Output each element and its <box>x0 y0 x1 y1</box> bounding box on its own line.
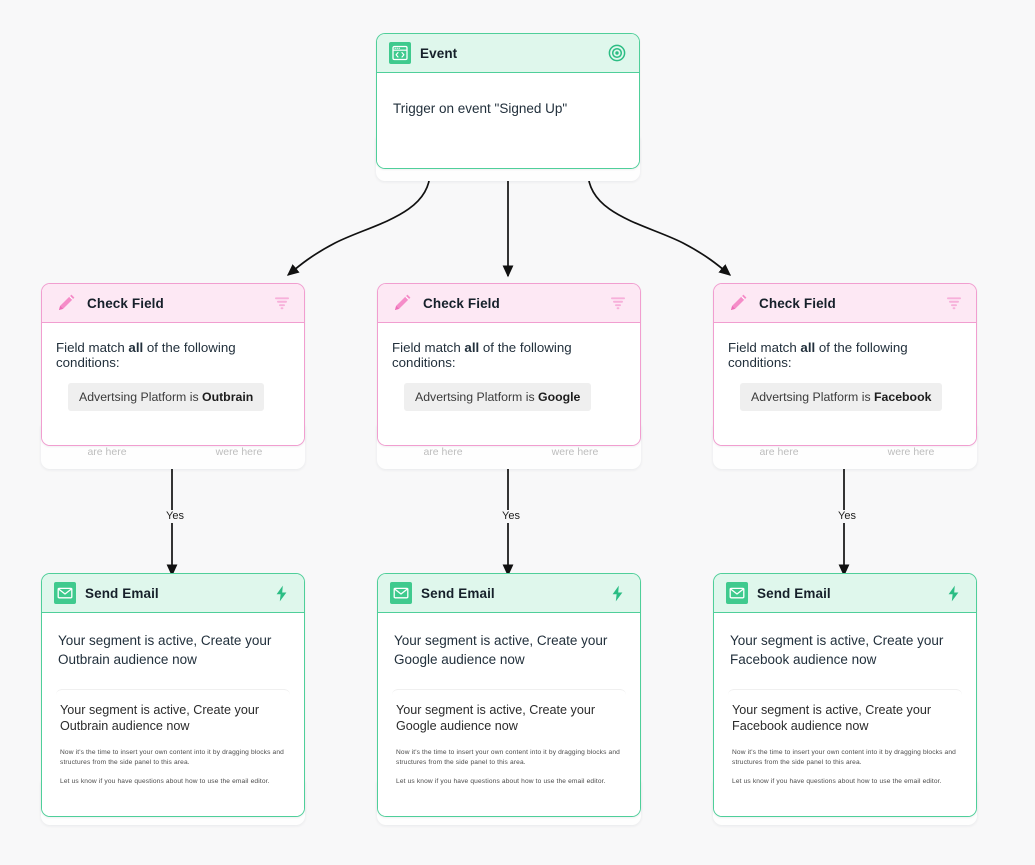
node-email-left-card[interactable]: Send Email Your segment is active, Creat… <box>41 573 305 818</box>
node-check-field-right[interactable]: 0 are here 0 were here Check Field <box>713 283 977 469</box>
node-event-body: Trigger on event "Signed Up" <box>377 73 639 168</box>
counter-caption: were here <box>215 446 263 459</box>
condition-line: Field match all of the following conditi… <box>56 340 290 370</box>
condition-prefix: Field match <box>56 340 129 355</box>
node-check-right-body: Field match all of the following conditi… <box>714 323 976 445</box>
condition-line: Field match all of the following conditi… <box>392 340 626 370</box>
condition-chip-value: Facebook <box>874 390 932 404</box>
flow-canvas[interactable]: Yes Yes Yes 0 are here 0 were here <box>0 0 1035 865</box>
node-check-right-card[interactable]: Check Field Field match all of the follo… <box>713 283 977 446</box>
pencil-icon <box>726 291 750 315</box>
node-email-right-title: Send Email <box>757 585 831 601</box>
node-check-left-card[interactable]: Check Field Field match all of the follo… <box>41 283 305 446</box>
condition-chip-field: Advertsing Platform is <box>79 390 203 404</box>
condition-chip[interactable]: Advertsing Platform is Google <box>404 383 592 411</box>
counter-caption: are here <box>759 446 799 459</box>
node-check-right-header: Check Field <box>714 284 976 323</box>
code-window-icon <box>389 42 411 64</box>
email-preview-paragraph-2: Let us know if you have questions about … <box>732 777 942 785</box>
envelope-icon <box>390 582 412 604</box>
email-preview-paragraph-2: Let us know if you have questions about … <box>60 777 270 785</box>
node-event-title: Event <box>420 45 458 61</box>
edge-label-yes-middle: Yes <box>499 510 523 523</box>
node-event[interactable]: 0 are here 0 were here <box>376 33 640 181</box>
filter-icon[interactable] <box>945 294 963 312</box>
node-check-middle-title: Check Field <box>423 295 500 311</box>
edge-event-to-check-right <box>587 171 732 276</box>
edge-event-to-check-left <box>286 171 431 276</box>
node-email-left-body: Your segment is active, Create your Outb… <box>42 613 304 817</box>
node-email-right-body: Your segment is active, Create your Face… <box>714 613 976 817</box>
node-check-middle-body: Field match all of the following conditi… <box>378 323 640 445</box>
pencil-icon <box>390 291 414 315</box>
envelope-icon <box>726 582 748 604</box>
email-preview-heading: Your segment is active, Create your Face… <box>732 703 932 734</box>
node-check-field-middle[interactable]: 0 are here 0 were here Check Field <box>377 283 641 469</box>
condition-chip[interactable]: Advertsing Platform is Outbrain <box>68 383 265 411</box>
condition-match-mode: all <box>128 340 144 355</box>
edge-label-yes-right: Yes <box>835 510 859 523</box>
counter-caption: were here <box>887 446 935 459</box>
email-subject: Your segment is active, Create your Face… <box>730 633 944 668</box>
node-check-right-title: Check Field <box>759 295 836 311</box>
node-email-left-title: Send Email <box>85 585 159 601</box>
email-preview-paragraph-2: Let us know if you have questions about … <box>396 777 606 785</box>
node-check-middle-header: Check Field <box>378 284 640 323</box>
event-trigger-text: Trigger on event "Signed Up" <box>393 101 568 116</box>
email-preview: Your segment is active, Create your Face… <box>728 689 962 800</box>
condition-match-mode: all <box>464 340 480 355</box>
lightning-bolt-icon[interactable] <box>944 584 963 603</box>
condition-chip-field: Advertsing Platform is <box>415 390 539 404</box>
node-email-middle-body: Your segment is active, Create your Goog… <box>378 613 640 817</box>
condition-prefix: Field match <box>392 340 465 355</box>
condition-match-mode: all <box>800 340 816 355</box>
edge-label-yes-left: Yes <box>163 510 187 523</box>
node-email-right-card[interactable]: Send Email Your segment is active, Creat… <box>713 573 977 818</box>
node-check-left-title: Check Field <box>87 295 164 311</box>
condition-prefix: Field match <box>728 340 801 355</box>
email-subject: Your segment is active, Create your Outb… <box>58 633 272 668</box>
email-preview-paragraph-1: Now it's the time to insert your own con… <box>396 748 620 766</box>
node-email-middle-header: Send Email <box>378 574 640 613</box>
condition-line: Field match all of the following conditi… <box>728 340 962 370</box>
node-email-left-header: Send Email <box>42 574 304 613</box>
email-preview-heading: Your segment is active, Create your Goog… <box>396 703 596 734</box>
node-email-middle-title: Send Email <box>421 585 495 601</box>
condition-chip[interactable]: Advertsing Platform is Facebook <box>740 383 943 411</box>
email-preview-paragraph-1: Now it's the time to insert your own con… <box>60 748 284 766</box>
email-subject: Your segment is active, Create your Goog… <box>394 633 608 668</box>
node-send-email-left[interactable]: 0 are here 0 were here Send Email <box>41 573 305 825</box>
email-preview: Your segment is active, Create your Goog… <box>392 689 626 800</box>
counter-caption: are here <box>423 446 463 459</box>
node-check-left-body: Field match all of the following conditi… <box>42 323 304 445</box>
pencil-icon <box>54 291 78 315</box>
node-email-middle-card[interactable]: Send Email Your segment is active, Creat… <box>377 573 641 818</box>
counter-caption: were here <box>551 446 599 459</box>
email-preview-heading: Your segment is active, Create your Outb… <box>60 703 260 734</box>
node-event-header: Event <box>377 34 639 73</box>
counter-caption: are here <box>87 446 127 459</box>
envelope-icon <box>54 582 76 604</box>
node-send-email-middle[interactable]: 0 are here 0 were here Send Email <box>377 573 641 825</box>
condition-chip-value: Google <box>538 390 581 404</box>
condition-chip-field: Advertsing Platform is <box>751 390 875 404</box>
filter-icon[interactable] <box>609 294 627 312</box>
condition-chip-value: Outbrain <box>202 390 254 404</box>
filter-icon[interactable] <box>273 294 291 312</box>
node-send-email-right[interactable]: 0 are here 0 were here Send Email <box>713 573 977 825</box>
node-check-left-header: Check Field <box>42 284 304 323</box>
email-preview: Your segment is active, Create your Outb… <box>56 689 290 800</box>
target-icon[interactable] <box>608 44 626 62</box>
node-event-card[interactable]: Event Trigger on event "Signed Up" <box>376 33 640 169</box>
lightning-bolt-icon[interactable] <box>272 584 291 603</box>
node-check-field-left[interactable]: 0 are here 0 were here Check Field <box>41 283 305 469</box>
lightning-bolt-icon[interactable] <box>608 584 627 603</box>
email-preview-paragraph-1: Now it's the time to insert your own con… <box>732 748 956 766</box>
node-check-middle-card[interactable]: Check Field Field match all of the follo… <box>377 283 641 446</box>
node-email-right-header: Send Email <box>714 574 976 613</box>
